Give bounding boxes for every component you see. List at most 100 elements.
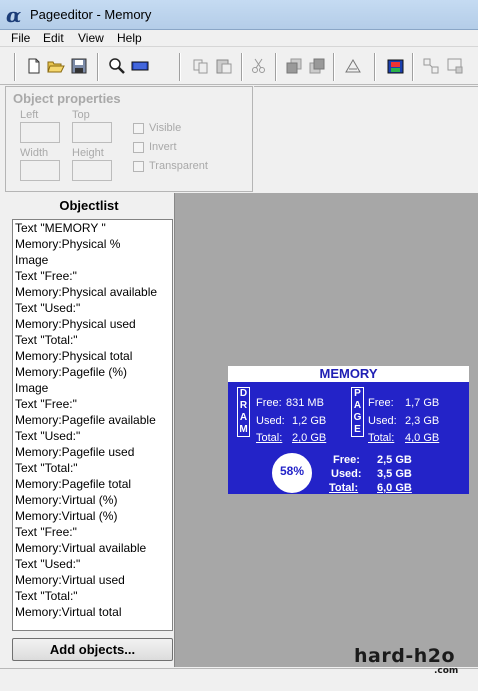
left-label: Left [20, 109, 39, 121]
toolbar-separator [374, 53, 376, 81]
add-objects-button[interactable]: Add objects... [12, 638, 173, 661]
virtual-free-value: 2,5 GB [377, 454, 412, 466]
virtual-used-value: 3,5 GB [377, 468, 412, 480]
invert-label: Invert [149, 141, 177, 153]
list-item[interactable]: Text "Used:" [13, 428, 172, 444]
list-item[interactable]: Memory:Physical % [13, 236, 172, 252]
list-item[interactable]: Memory:Physical used [13, 316, 172, 332]
toolbar-separator [275, 53, 277, 81]
physical-free-value: 831 MB [286, 397, 324, 409]
list-item[interactable]: Memory:Pagefile (%) [13, 364, 172, 380]
menu-file[interactable]: File [11, 31, 30, 45]
pagefile-free-value: 1,7 GB [405, 397, 440, 409]
transparent-checkbox[interactable] [133, 161, 144, 172]
top-field[interactable] [72, 122, 112, 143]
list-item[interactable]: Text "Free:" [13, 524, 172, 540]
page-vertical-label: P A G E [351, 387, 364, 437]
toolbar-separator [412, 53, 414, 81]
save-icon[interactable] [70, 57, 88, 75]
new-icon[interactable] [25, 57, 43, 75]
list-item[interactable]: Text "Total:" [13, 588, 172, 604]
dram-letter: M [239, 424, 248, 435]
open-icon[interactable] [47, 57, 65, 75]
app-logo-icon: α [6, 3, 22, 27]
transparent-label: Transparent [149, 160, 208, 172]
list-item[interactable]: Memory:Virtual available [13, 540, 172, 556]
visible-checkbox[interactable] [133, 123, 144, 134]
grid-icon[interactable] [131, 57, 149, 75]
copy-icon[interactable] [192, 57, 210, 75]
list-item[interactable]: Memory:Virtual (%) [13, 508, 172, 524]
bring-front-icon[interactable] [285, 57, 303, 75]
height-label: Height [72, 147, 104, 159]
properties-icon[interactable] [344, 57, 362, 75]
dram-vertical-label: D R A M [237, 387, 250, 437]
memory-widget-preview[interactable]: MEMORY D R A M Free: 831 MB Used: 1,2 GB… [228, 366, 469, 494]
paste-icon[interactable] [215, 57, 233, 75]
send-back-icon[interactable] [308, 57, 326, 75]
toolbar-separator [179, 53, 181, 81]
export-icon[interactable] [387, 57, 405, 75]
properties-extra-area [254, 86, 478, 192]
left-field[interactable] [20, 122, 60, 143]
list-item[interactable]: Image [13, 380, 172, 396]
menu-view[interactable]: View [78, 31, 104, 45]
page-canvas[interactable]: MEMORY D R A M Free: 831 MB Used: 1,2 GB… [174, 193, 478, 667]
list-item[interactable]: Image [13, 252, 172, 268]
zoom-icon[interactable] [108, 57, 126, 75]
status-bar [0, 668, 478, 691]
toolbar [0, 48, 478, 85]
window-title: Pageeditor - Memory [30, 7, 152, 22]
page-letter: G [353, 412, 362, 423]
invert-checkbox[interactable] [133, 142, 144, 153]
align-icon[interactable] [422, 57, 440, 75]
list-item[interactable]: Text "MEMORY " [13, 220, 172, 236]
list-item[interactable]: Text "Used:" [13, 556, 172, 572]
list-item[interactable]: Memory:Pagefile total [13, 476, 172, 492]
width-field[interactable] [20, 160, 60, 181]
list-item[interactable]: Text "Free:" [13, 268, 172, 284]
cut-icon[interactable] [250, 57, 268, 75]
objectlist-panel: Objectlist Text "MEMORY " Memory:Physica… [5, 193, 173, 665]
list-item[interactable]: Memory:Physical total [13, 348, 172, 364]
pagefile-used-value: 2,3 GB [405, 415, 440, 427]
menu-help[interactable]: Help [117, 31, 142, 45]
list-item[interactable]: Text "Total:" [13, 332, 172, 348]
width-label: Width [20, 147, 49, 159]
objectlist-header: Objectlist [59, 198, 119, 213]
list-item[interactable]: Memory:Physical available [13, 284, 172, 300]
pagefile-free-label: Free: [368, 397, 394, 409]
virtual-total-label: Total: [329, 482, 359, 494]
list-item[interactable]: Memory:Virtual used [13, 572, 172, 588]
pagefile-used-label: Used: [368, 415, 397, 427]
page-letter: A [353, 400, 362, 411]
objectlist-listbox[interactable]: Text "MEMORY " Memory:Physical % Image T… [12, 219, 173, 631]
watermark-text: hard-h2o [354, 645, 456, 667]
watermark-domain: .com [434, 666, 459, 676]
page-letter: P [354, 388, 361, 399]
physical-total-label: Total: [256, 432, 283, 444]
widget-title: MEMORY [228, 366, 469, 382]
list-item[interactable]: Text "Free:" [13, 396, 172, 412]
page-letter: E [354, 424, 361, 435]
pagefile-total-value: 4,0 GB [405, 432, 440, 444]
physical-used-label: Used: [256, 415, 285, 427]
visible-label: Visible [149, 122, 182, 134]
list-item[interactable]: Memory:Pagefile available [13, 412, 172, 428]
toolbar-separator [333, 53, 335, 81]
resize-icon[interactable] [446, 57, 464, 75]
list-item[interactable]: Memory:Virtual (%) [13, 492, 172, 508]
physical-total-value: 2,0 GB [292, 432, 327, 444]
list-item[interactable]: Memory:Virtual total [13, 604, 172, 620]
toolbar-separator [97, 53, 99, 81]
height-field[interactable] [72, 160, 112, 181]
physical-used-value: 1,2 GB [292, 415, 327, 427]
list-item[interactable]: Memory:Pagefile used [13, 444, 172, 460]
menu-edit[interactable]: Edit [43, 31, 64, 45]
object-properties-caption: Object properties [13, 91, 121, 106]
physical-free-label: Free: [256, 397, 282, 409]
list-item[interactable]: Text "Total:" [13, 460, 172, 476]
list-item[interactable]: Text "Used:" [13, 300, 172, 316]
toolbar-separator [14, 53, 16, 81]
dram-letter: A [239, 412, 248, 423]
